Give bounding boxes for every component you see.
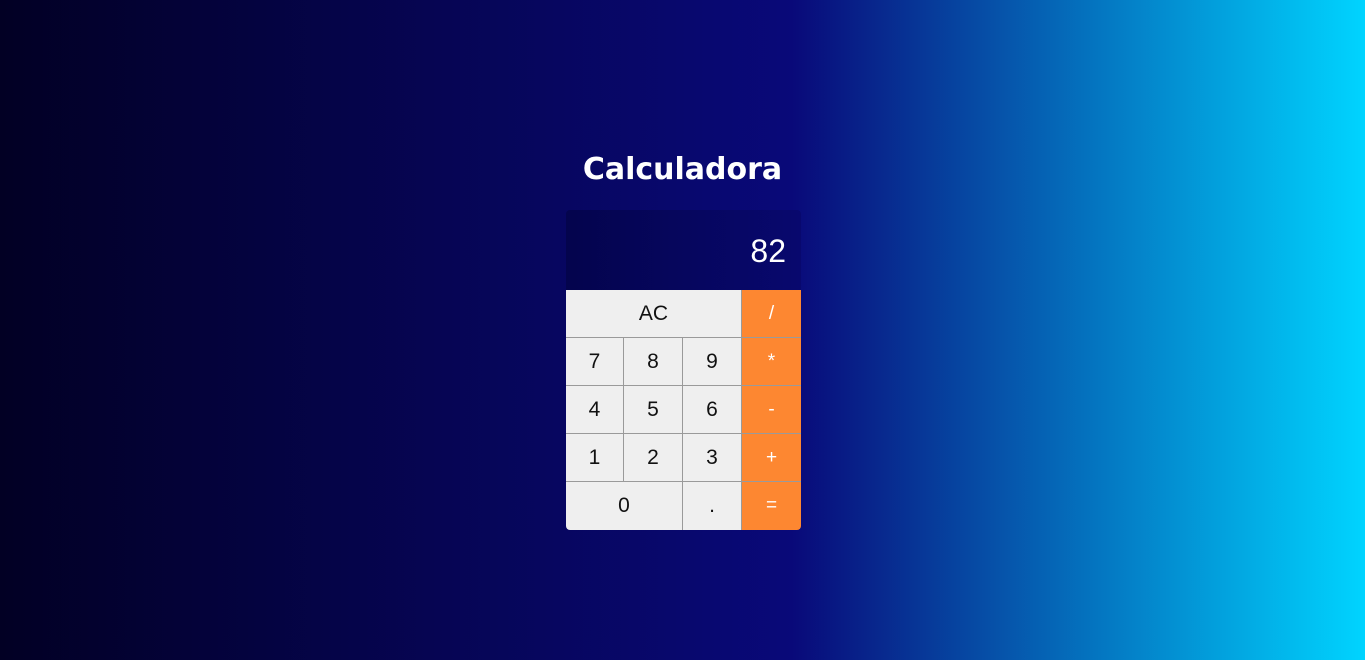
subtract-button[interactable]: - bbox=[742, 386, 801, 434]
digit-7-button[interactable]: 7 bbox=[566, 338, 624, 386]
divide-button[interactable]: / bbox=[742, 290, 801, 338]
digit-9-button[interactable]: 9 bbox=[683, 338, 742, 386]
equals-button[interactable]: = bbox=[742, 482, 801, 530]
digit-8-button[interactable]: 8 bbox=[624, 338, 683, 386]
digit-1-button[interactable]: 1 bbox=[566, 434, 624, 482]
digit-5-button[interactable]: 5 bbox=[624, 386, 683, 434]
keypad: AC / 7 8 9 * 4 5 6 - 1 2 3 + 0 . = bbox=[566, 290, 801, 530]
digit-6-button[interactable]: 6 bbox=[683, 386, 742, 434]
digit-2-button[interactable]: 2 bbox=[624, 434, 683, 482]
digit-0-button[interactable]: 0 bbox=[566, 482, 683, 530]
digit-4-button[interactable]: 4 bbox=[566, 386, 624, 434]
calculator-display: 82 bbox=[566, 210, 801, 290]
decimal-button[interactable]: . bbox=[683, 482, 742, 530]
multiply-button[interactable]: * bbox=[742, 338, 801, 386]
calculator: 82 AC / 7 8 9 * 4 5 6 - 1 2 3 + 0 . = bbox=[566, 210, 801, 530]
page-title: Calculadora bbox=[582, 152, 783, 187]
display-value: 82 bbox=[750, 232, 786, 269]
digit-3-button[interactable]: 3 bbox=[683, 434, 742, 482]
clear-button[interactable]: AC bbox=[566, 290, 742, 338]
add-button[interactable]: + bbox=[742, 434, 801, 482]
